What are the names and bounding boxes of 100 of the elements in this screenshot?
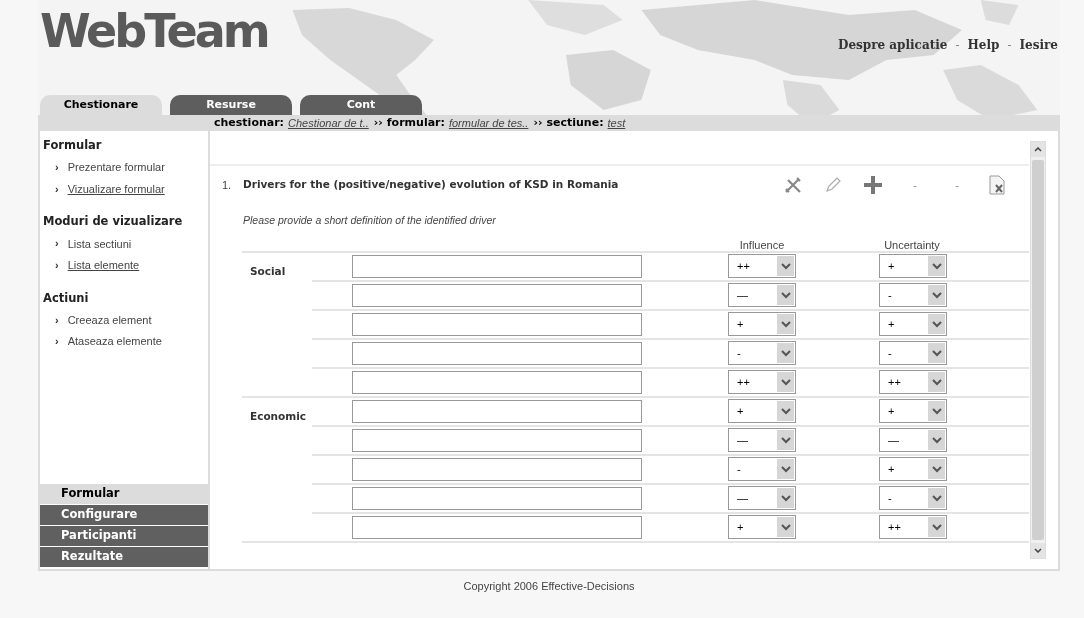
toolbar-dash: - [954,177,960,193]
group-label: Economic [250,409,307,422]
value-select[interactable]: ++ [879,370,947,395]
breadcrumb-label: chestionar: [214,114,285,131]
value-select[interactable]: ++ [728,370,796,395]
nav-tab[interactable]: Rezultate [40,547,208,567]
value-select[interactable]: + [879,399,947,424]
driver-input[interactable] [352,486,642,510]
value-select[interactable]: ++ [728,254,796,279]
chevron-icon [928,314,945,335]
tools-icon[interactable] [783,175,803,195]
nav-tab[interactable]: Participanti [40,526,208,546]
driver-input[interactable] [352,312,642,336]
value-select[interactable]: + [879,312,947,337]
header-link[interactable]: Help [967,36,1000,54]
sidebar-heading: Actiuni [43,289,90,307]
value-select[interactable]: + [728,312,796,337]
chevron-icon [928,488,945,509]
logo: WebTeam [40,8,268,54]
chevron-icon [777,285,794,306]
value-select[interactable]: - [728,457,796,482]
nav-tab[interactable]: Formular [40,484,208,504]
column-header: Uncertainty [883,237,941,251]
chevron-icon [928,285,945,306]
driver-input[interactable] [352,341,642,365]
chevron-icon [777,488,794,509]
value-select[interactable]: + [879,457,947,482]
value-select[interactable]: ++ [879,515,947,540]
sidebar-link[interactable]: Prezentare formular [67,159,165,176]
sidebar-link[interactable]: Lista sectiuni [67,235,132,252]
bullet-icon: › [55,238,59,250]
driver-input[interactable] [352,399,642,423]
sidebar-heading: Formular [43,137,103,154]
sidebar-heading: Moduri de vizualizare [43,213,184,231]
instruction-text: Please provide a short definition of the identified driver [243,213,497,228]
column-header: Influence [738,237,786,251]
value-select[interactable]: + [728,515,796,540]
bullet-icon: › [55,183,59,195]
question-title: Drivers for the (positive/negative) evolution of KSD in Romania [243,177,620,192]
delete-document-icon[interactable] [989,175,1005,195]
link-separator: - [955,37,960,54]
bullet-icon: › [55,314,59,326]
plus-icon[interactable] [863,175,883,195]
tab[interactable]: Cont [300,95,422,115]
chevron-icon [928,459,945,480]
chevron-icon [777,401,794,422]
footer-copyright: Copyright 2006 Effective-Decisions [463,579,635,594]
chevron-icon [777,256,794,277]
sidebar-link[interactable]: Creeaza element [67,311,152,329]
header-link[interactable]: Iesire [1019,36,1058,54]
breadcrumb-label: sectiune: [546,114,604,131]
breadcrumb-link[interactable]: formular de tes.. [448,114,529,132]
driver-input[interactable] [352,370,642,394]
value-select[interactable]: - [879,341,947,366]
driver-input[interactable] [352,457,642,481]
driver-input[interactable] [352,283,642,307]
group-label: Social [250,264,286,277]
sidebar-link[interactable]: Ataseaza elemente [67,333,162,350]
tab[interactable]: Resurse [170,95,292,115]
breadcrumb-separator: ›› [533,114,543,131]
chevron-icon [777,343,794,364]
sidebar-link[interactable]: Vizualizare formular [67,180,165,198]
value-select[interactable]: — [879,428,947,453]
chevron-icon [777,430,794,451]
header-link[interactable]: Despre aplicatie [838,36,948,54]
driver-input[interactable] [352,428,642,452]
chevron-icon [928,343,945,364]
value-select[interactable]: — [728,486,796,511]
sidebar-link[interactable]: Lista elemente [67,257,140,274]
question-number: 1. [222,178,233,193]
chevron-icon [777,372,794,393]
toolbar-dash: - [912,177,918,193]
tab[interactable]: Chestionare [40,95,162,115]
scroll-down-icon[interactable] [1034,548,1042,553]
value-select[interactable]: + [728,399,796,424]
breadcrumb-link[interactable]: test [607,114,626,132]
pencil-icon[interactable] [825,177,841,193]
chevron-icon [928,401,945,422]
bullet-icon: › [55,259,59,271]
driver-input[interactable] [352,515,642,539]
value-select[interactable]: + [879,254,947,279]
driver-input[interactable] [352,254,642,278]
chevron-icon [928,372,945,393]
breadcrumb-separator: ›› [373,114,383,131]
value-select[interactable]: - [728,341,796,366]
bullet-icon: › [55,336,59,347]
bullet-icon: › [55,162,59,173]
value-select[interactable]: — [728,428,796,453]
value-select[interactable]: — [728,283,796,308]
link-separator: - [1007,37,1012,54]
nav-tab[interactable]: Configurare [40,505,208,525]
chevron-icon [777,314,794,335]
value-select[interactable]: - [879,486,947,511]
scrollbar[interactable] [1030,141,1046,559]
value-select[interactable]: - [879,283,947,308]
breadcrumb-label: formular: [386,114,445,131]
chevron-icon [928,430,945,451]
chevron-icon [928,517,945,538]
scroll-up-icon[interactable] [1034,147,1042,152]
breadcrumb-link[interactable]: Chestionar de t.. [288,114,369,132]
